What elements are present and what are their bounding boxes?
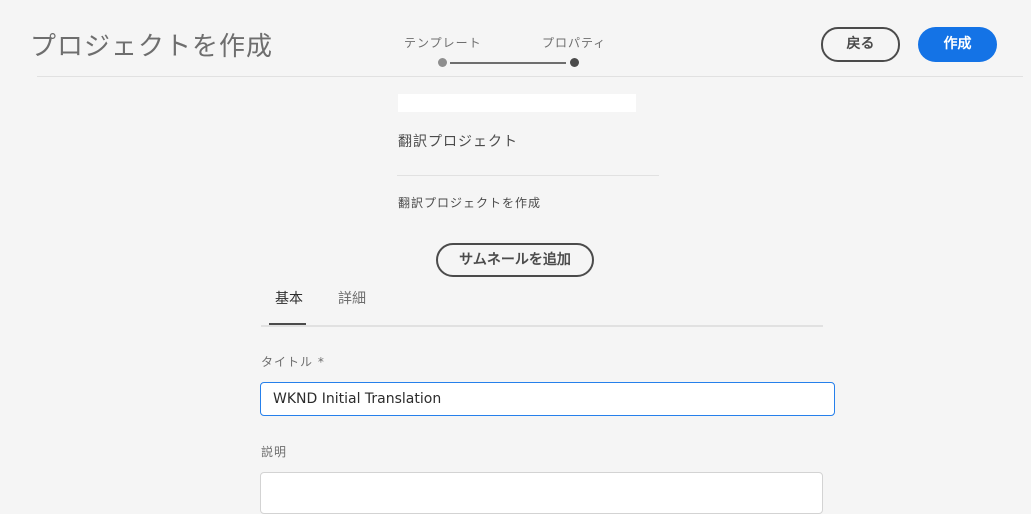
step-dot-template: [438, 58, 447, 67]
template-name: 翻訳プロジェクト: [398, 134, 518, 150]
template-description: 翻訳プロジェクトを作成: [398, 196, 542, 210]
create-button[interactable]: 作成: [918, 27, 997, 62]
description-textarea[interactable]: [260, 472, 823, 514]
step-label-template: テンプレート: [404, 36, 482, 50]
step-label-properties: プロパティ: [542, 36, 607, 50]
wizard-steps: テンプレート プロパティ: [400, 34, 610, 70]
add-thumbnail-button[interactable]: サムネールを追加: [436, 243, 594, 277]
title-input[interactable]: [260, 382, 835, 416]
description-field-label: 説明: [261, 445, 288, 459]
page-title: プロジェクトを作成: [30, 32, 274, 62]
tab-advanced[interactable]: 詳細: [338, 288, 366, 308]
back-button[interactable]: 戻る: [821, 27, 900, 62]
template-thumbnail: [398, 94, 636, 112]
tab-active-indicator: [269, 323, 306, 325]
title-field-label: タイトル *: [261, 355, 325, 369]
template-divider: [397, 175, 659, 176]
tab-basic[interactable]: 基本: [275, 288, 303, 308]
step-dot-properties: [570, 58, 579, 67]
tab-bar: 基本 詳細: [261, 282, 823, 327]
header-divider: [37, 76, 1023, 77]
step-connector: [450, 62, 566, 64]
